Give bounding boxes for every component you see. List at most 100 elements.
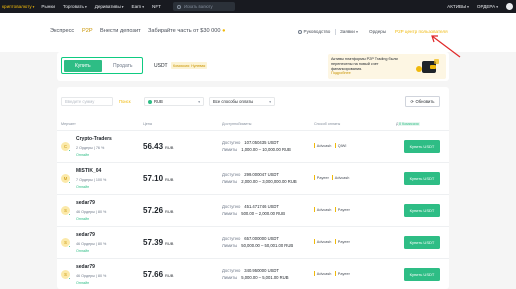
merchant-stats: 46 Ордеры | 80 % — [76, 210, 107, 214]
merchant-status: Онлайн — [76, 281, 90, 285]
payment-method: Payeer — [335, 206, 350, 213]
filters-bar: Введите сумму Поиск RUB ▾ Все способы опл… — [57, 87, 449, 115]
avatar: C — [61, 142, 71, 152]
online-dot-icon — [67, 180, 71, 184]
nav-markets[interactable]: Рынки — [41, 4, 54, 9]
offer-price: 57.26 RUB — [143, 206, 174, 215]
nav-assets[interactable]: АКТИВЫ▾ — [447, 4, 469, 9]
buy-sell-toggle: Купить Продать — [61, 57, 143, 74]
trade-panel: Купить Продать USDT Комиссия: Нулевая Ак… — [57, 52, 449, 81]
avatar: S — [61, 270, 71, 280]
buy-usdt-button[interactable]: Купить USDT — [404, 172, 440, 185]
limits-range: Лимиты 1,000.00 – 10,000.00 RUB — [222, 147, 291, 152]
promo-text: Активы платформы P2P Trading были перене… — [331, 57, 398, 71]
merchant-name[interactable]: sedar79 — [76, 264, 95, 270]
tab-deposit[interactable]: Внести депозит — [100, 28, 141, 34]
payment-method: QIWI — [335, 142, 347, 149]
buy-usdt-button[interactable]: Купить USDT — [404, 140, 440, 153]
nav-derivatives[interactable]: Деривативы▾ — [95, 4, 124, 9]
limits-range: Лимиты 50,000.00 – 50,001.00 RUB — [222, 243, 294, 248]
search-icon — [177, 4, 181, 9]
buy-tab[interactable]: Купить — [63, 59, 102, 72]
header-available: Доступно — [222, 122, 239, 126]
commission-badge: Комиссия: Нулевая — [171, 62, 208, 69]
payment-method: Payeer — [335, 270, 350, 277]
user-avatar-icon[interactable] — [506, 3, 513, 10]
chevron-down-icon: ▾ — [198, 99, 200, 104]
nav-trade[interactable]: Торговать▾ — [63, 4, 87, 9]
payment-method: Payeer — [314, 174, 329, 181]
payment-method: Advcash — [314, 270, 332, 277]
payment-method: Advcash — [314, 142, 332, 149]
online-dot-icon — [67, 148, 71, 152]
currency-select[interactable]: RUB ▾ — [144, 97, 204, 106]
tab-p2p[interactable]: P2P — [82, 28, 93, 34]
limits-range: Лимиты 5,000.00 – 5,001.00 RUB — [222, 275, 289, 280]
payment-method: Advcash — [314, 206, 332, 213]
available-amount: Доступно 299.000047 USDT — [222, 172, 279, 177]
merchant-name[interactable]: sedar79 — [76, 232, 95, 238]
online-dot-icon — [67, 276, 71, 280]
offer-price: 57.66 RUB — [143, 270, 174, 279]
tab-promo[interactable]: Забирайте часть от $30 000 ● — [148, 28, 225, 34]
amount-input[interactable]: Введите сумму — [61, 97, 113, 106]
online-dot-icon — [67, 212, 71, 216]
merchant-status: Онлайн — [76, 153, 90, 157]
table-row: S sedar79 46 Ордеры | 80 % Онлайн 57.66 R… — [57, 258, 449, 289]
merchant-name[interactable]: Crypto-Traders — [76, 136, 112, 142]
p2p-subnav: Экспресс P2P Внести депозит Забирайте ча… — [0, 13, 516, 58]
nav-earn[interactable]: Earn▾ — [132, 4, 144, 9]
asset-usdt[interactable]: USDT — [154, 63, 168, 69]
avatar: M — [61, 174, 71, 184]
offer-price: 56.43 RUB — [143, 142, 174, 151]
search-input[interactable]: Искать валюту — [173, 2, 235, 11]
refresh-button[interactable]: ⟳ Обновить — [405, 96, 440, 107]
payment-method: Advcash — [332, 174, 350, 181]
merchant-status: Онлайн — [76, 185, 90, 189]
online-dot-icon — [67, 244, 71, 248]
table-row: M MISTIK_04 7 Ордеры | 100 % Онлайн 57.1… — [57, 162, 449, 194]
table-row: S sedar79 46 Ордеры | 80 % Онлайн 57.39 R… — [57, 226, 449, 258]
promo-banner[interactable]: Активы платформы P2P Trading были перене… — [328, 54, 446, 79]
orders-link[interactable]: Ордеры — [369, 29, 386, 34]
available-amount: Доступно 657.000000 USDT — [222, 236, 279, 241]
available-amount: Доступно 340.950000 USDT — [222, 268, 279, 273]
buy-usdt-button[interactable]: Купить USDT — [404, 204, 440, 217]
offer-price: 57.39 RUB — [143, 238, 174, 247]
merchant-stats: 46 Ордеры | 80 % — [76, 274, 107, 278]
nav-nft[interactable]: NFT — [152, 4, 161, 9]
avatar: S — [61, 206, 71, 216]
guide-icon — [298, 29, 302, 34]
header-merchant: Мерчант — [61, 122, 76, 126]
limits-range: Лимиты 500.00 – 2,000.00 RUB — [222, 211, 286, 216]
merchant-name[interactable]: MISTIK_04 — [76, 168, 101, 174]
nav-buy-crypto[interactable]: криптовалюту▾ — [2, 4, 34, 9]
table-header: Мерчант Цена Доступно Лимиты Способ опла… — [61, 122, 421, 126]
divider — [335, 29, 336, 35]
buy-usdt-button[interactable]: Купить USDT — [404, 236, 440, 249]
tab-express[interactable]: Экспресс — [50, 28, 74, 34]
merchant-status: Онлайн — [76, 249, 90, 253]
available-amount: Доступно 107.050435 USDT — [222, 140, 279, 145]
offer-price: 57.10 RUB — [143, 174, 174, 183]
wallet-illustration-icon — [416, 59, 439, 73]
buy-usdt-button[interactable]: Купить USDT — [404, 268, 440, 281]
refresh-icon: ⟳ — [410, 99, 415, 104]
search-button[interactable]: Поиск — [116, 97, 138, 106]
guide-link[interactable]: Руководство — [298, 29, 330, 34]
header-limits: Лимиты — [238, 122, 252, 126]
promo-link[interactable]: Подробнее — [331, 71, 351, 75]
header-payment: Способ оплаты — [314, 122, 341, 126]
sell-tab[interactable]: Продать — [104, 58, 143, 73]
nav-orders[interactable]: ОРДЕРА▾ — [477, 4, 498, 9]
chevron-down-icon: ▾ — [269, 99, 271, 104]
coin-icon: ● — [222, 28, 226, 34]
avatar: S — [61, 238, 71, 248]
payment-method: Payeer — [335, 238, 350, 245]
requests-link[interactable]: Заявки ▾ — [340, 29, 358, 34]
payment-select[interactable]: Все способы оплаты ▾ — [209, 97, 275, 106]
merchant-stats: 2 Ордеры | 76 % — [76, 146, 105, 150]
table-row: C Crypto-Traders 2 Ордеры | 76 % Онлайн … — [57, 130, 449, 162]
merchant-name[interactable]: sedar79 — [76, 200, 95, 206]
header-price: Цена — [143, 122, 152, 126]
